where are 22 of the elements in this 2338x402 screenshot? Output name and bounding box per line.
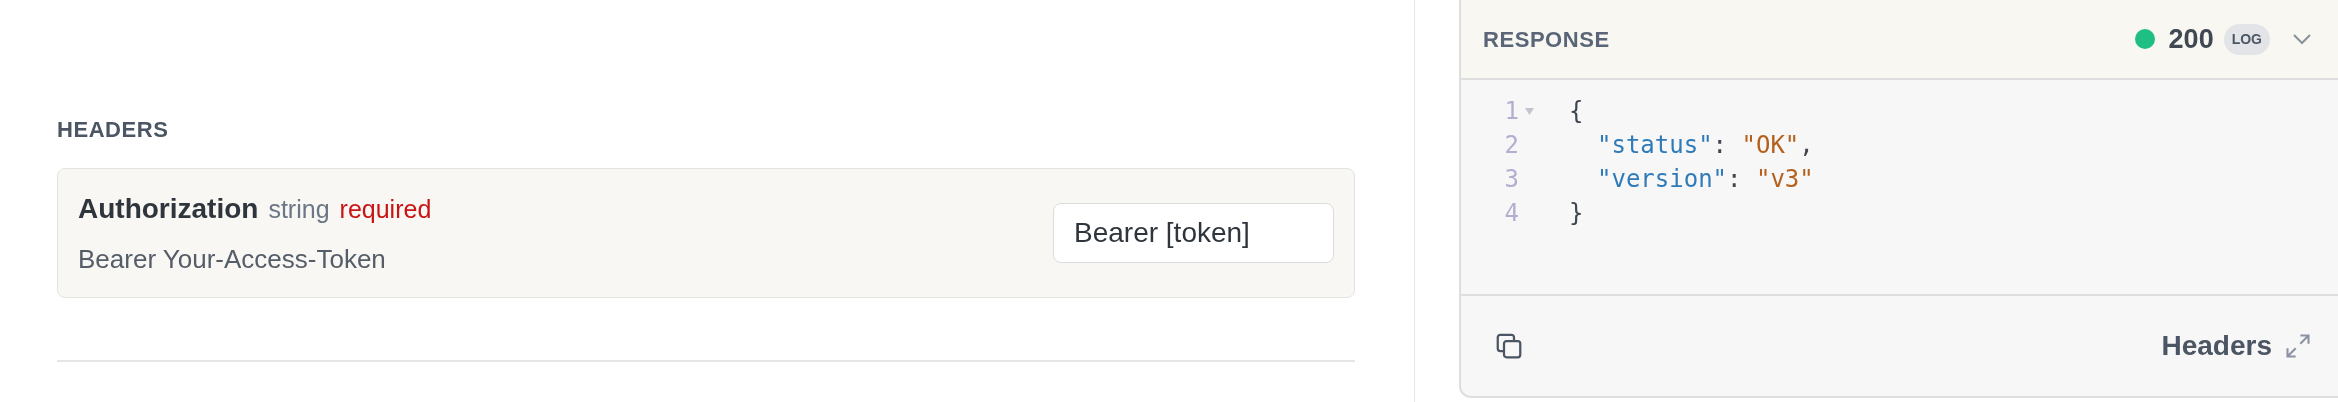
fold-icon[interactable] bbox=[1524, 107, 1534, 115]
log-badge[interactable]: LOG bbox=[2223, 23, 2270, 55]
code-line: } bbox=[1569, 198, 1584, 229]
code-line: "status": "OK", bbox=[1597, 130, 1814, 161]
param-description: Bearer Your-Access-Token bbox=[78, 242, 387, 276]
param-name: Authorization bbox=[78, 191, 259, 226]
param-input-field[interactable]: Bearer [token] bbox=[1053, 203, 1334, 263]
line-number: 2 bbox=[1503, 130, 1519, 161]
chevron-icon[interactable] bbox=[2292, 33, 2312, 45]
code-line: { bbox=[1569, 96, 1584, 127]
required-label: required bbox=[339, 193, 432, 225]
code-line: "version": "v3" bbox=[1597, 164, 1814, 195]
response-title: RESPONSE bbox=[1483, 25, 1610, 54]
param-type: string bbox=[268, 193, 330, 225]
section-title: HEADERS bbox=[57, 116, 170, 144]
copy-icon[interactable] bbox=[1494, 331, 1524, 361]
line-number: 1 bbox=[1503, 96, 1519, 127]
headers-button[interactable]: Headers bbox=[2161, 325, 2312, 367]
line-number: 4 bbox=[1503, 198, 1519, 229]
line-number: 3 bbox=[1503, 164, 1519, 195]
expand-icon bbox=[2284, 332, 2312, 360]
status-code: 200 bbox=[2168, 22, 2214, 56]
